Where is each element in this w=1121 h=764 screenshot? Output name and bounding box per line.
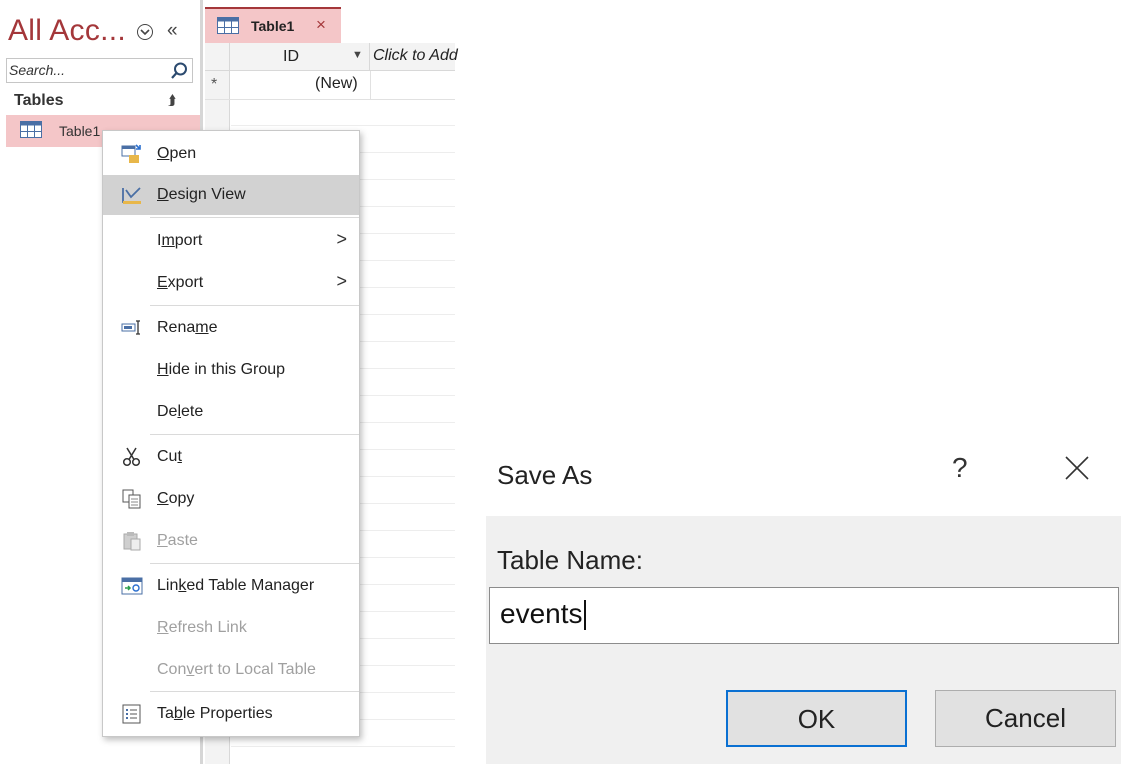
- close-button[interactable]: [1063, 452, 1091, 484]
- context-menu: Open Design View Import > Export > Renam…: [102, 130, 360, 737]
- menu-separator: [150, 217, 359, 218]
- column-header-label: ID: [283, 48, 299, 65]
- search-icon[interactable]: [169, 61, 189, 81]
- menu-item-linked-table-manager[interactable]: Linked Table Manager: [103, 566, 359, 606]
- menu-item-label: Rename: [157, 319, 218, 336]
- access-key: m: [161, 232, 175, 249]
- group-collapse-icon[interactable]: ⮭: [168, 92, 176, 109]
- nav-menu-dropdown-icon[interactable]: [137, 24, 153, 40]
- menu-item-refresh-link[interactable]: Refresh Link: [103, 608, 359, 648]
- dialog-title: Save As: [497, 460, 593, 490]
- menu-item-label: Cut: [157, 448, 182, 465]
- access-key: k: [178, 577, 187, 594]
- copy-icon: [122, 489, 141, 509]
- access-key: t: [177, 448, 182, 465]
- access-key: E: [157, 274, 168, 291]
- menu-item-label: Copy: [157, 490, 195, 507]
- menu-item-label: Table Properties: [157, 705, 273, 722]
- group-header-tables[interactable]: Tables: [14, 92, 64, 110]
- table-row-new[interactable]: * (New): [205, 71, 455, 100]
- linked-table-manager-icon: [121, 577, 143, 595]
- menu-item-delete[interactable]: Delete: [103, 392, 359, 432]
- menu-item-label: Paste: [157, 532, 198, 549]
- text-caret: [584, 600, 586, 630]
- menu-separator: [150, 305, 359, 306]
- table-name-value: events: [500, 598, 583, 629]
- search-input[interactable]: [9, 61, 159, 79]
- select-all-corner[interactable]: [205, 43, 230, 70]
- help-button[interactable]: ?: [952, 452, 968, 484]
- menu-item-label: Linked Table Manager: [157, 577, 315, 594]
- access-key: H: [157, 361, 169, 378]
- menu-item-label: Export: [157, 274, 204, 291]
- menu-item-table-properties[interactable]: Table Properties: [103, 694, 359, 734]
- close-icon: [1065, 456, 1089, 480]
- access-key: O: [157, 145, 170, 162]
- menu-item-import[interactable]: Import >: [103, 221, 359, 261]
- grid-header: ID ▼ Click to Add: [205, 43, 458, 71]
- new-record-marker: *: [211, 76, 218, 93]
- menu-item-rename[interactable]: Rename: [103, 308, 359, 348]
- cell-divider: [370, 71, 371, 99]
- table-icon: [20, 121, 42, 138]
- table-name-label: Table Name:: [497, 545, 643, 575]
- menu-item-cut[interactable]: Cut: [103, 437, 359, 477]
- menu-item-label: Open: [157, 145, 197, 162]
- search-box[interactable]: [6, 58, 193, 83]
- table-icon: [217, 17, 239, 34]
- submenu-chevron-icon: >: [336, 271, 347, 291]
- access-key: l: [177, 403, 182, 420]
- access-key: C: [157, 490, 169, 507]
- access-key: m: [195, 319, 209, 336]
- nav-item-label: Table1: [59, 123, 101, 139]
- menu-item-hide-in-group[interactable]: Hide in this Group: [103, 350, 359, 390]
- table-properties-icon: [122, 704, 141, 724]
- menu-item-copy[interactable]: Copy: [103, 479, 359, 519]
- close-icon[interactable]: ×: [316, 15, 326, 35]
- cancel-button[interactable]: Cancel: [935, 690, 1116, 747]
- column-header-id[interactable]: ID ▼: [231, 43, 370, 70]
- collapse-pane-icon[interactable]: «: [167, 20, 178, 42]
- design-view-icon: [122, 187, 141, 204]
- access-key: R: [157, 619, 169, 636]
- menu-item-label: Hide in this Group: [157, 361, 286, 378]
- new-row-id-cell[interactable]: (New): [315, 75, 358, 93]
- menu-item-label: Convert to Local Table: [157, 661, 316, 678]
- menu-separator: [150, 691, 359, 692]
- access-key: b: [173, 705, 183, 722]
- rename-icon: [121, 320, 140, 335]
- menu-separator: [150, 563, 359, 564]
- column-dropdown-icon[interactable]: ▼: [352, 49, 363, 61]
- paste-icon: [123, 532, 141, 551]
- menu-item-label: Design View: [157, 186, 246, 203]
- menu-item-label: Import: [157, 232, 203, 249]
- submenu-chevron-icon: >: [336, 229, 347, 249]
- menu-item-label: Delete: [157, 403, 204, 420]
- column-header-click-to-add[interactable]: Click to Add: [373, 47, 458, 65]
- tab-label: Table1: [251, 18, 295, 34]
- menu-item-paste[interactable]: Paste: [103, 521, 359, 561]
- menu-item-design-view[interactable]: Design View: [103, 175, 359, 215]
- ok-button[interactable]: OK: [726, 690, 907, 747]
- menu-item-export[interactable]: Export >: [103, 263, 359, 303]
- menu-item-convert-to-local[interactable]: Convert to Local Table: [103, 650, 359, 690]
- access-key: v: [186, 661, 195, 678]
- tab-table1[interactable]: Table1 ×: [205, 7, 341, 43]
- scissors-icon: [122, 447, 141, 467]
- menu-separator: [150, 434, 359, 435]
- open-table-icon: [121, 144, 141, 163]
- access-key: P: [157, 532, 168, 549]
- access-key: D: [157, 186, 169, 203]
- table-name-input[interactable]: events: [489, 587, 1119, 644]
- menu-item-label: Refresh Link: [157, 619, 247, 636]
- menu-item-open[interactable]: Open: [103, 134, 359, 174]
- nav-pane-title[interactable]: All Acc...: [8, 14, 126, 48]
